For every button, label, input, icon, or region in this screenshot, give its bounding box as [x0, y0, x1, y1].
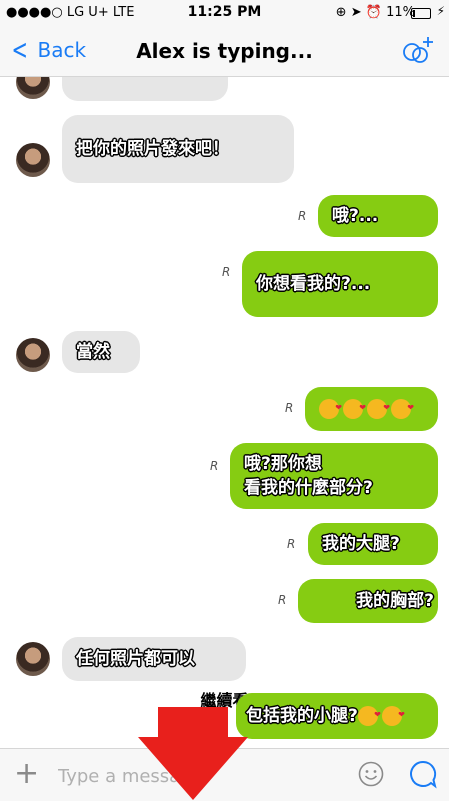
contact-avatar — [16, 338, 50, 372]
alarm-icon: ⏰ — [365, 5, 382, 20]
contact-avatar — [16, 642, 50, 676]
incoming-message[interactable] — [62, 77, 228, 101]
kissing-heart-emoji-icon — [319, 399, 342, 419]
read-receipt-icon: R — [222, 265, 231, 279]
chat-thread[interactable]: 把你的照片發來吧！ R 哦?... R 你想看我的?... 當然 R R 哦?那… — [0, 77, 449, 747]
status-bar: ●●●●○ LG U+ LTE 11:25 PM ⊕ ➤ ⏰ 11% ⚡ — [0, 0, 449, 26]
location-icon: ➤ — [350, 5, 362, 20]
incoming-message[interactable]: 當然 — [62, 331, 140, 373]
arrow-down-icon — [138, 707, 248, 800]
kissing-heart-emoji-icon — [391, 399, 414, 419]
read-receipt-icon: R — [285, 401, 294, 415]
outgoing-message[interactable]: 哦?... — [318, 195, 438, 237]
lock-rotation-icon: ⊕ — [335, 5, 347, 20]
smiley-icon[interactable] — [358, 761, 384, 787]
kissing-heart-emoji-icon — [357, 706, 381, 726]
outgoing-message[interactable]: 我的大腿? — [308, 523, 438, 565]
read-receipt-icon: R — [210, 459, 219, 473]
status-icons: ⊕ ➤ ⏰ 11% — [336, 5, 415, 20]
read-receipt-icon: R — [278, 593, 287, 607]
outgoing-message[interactable]: 包括我的小腿? — [236, 693, 438, 739]
outgoing-message[interactable] — [305, 387, 438, 431]
read-receipt-icon: R — [287, 537, 296, 551]
contact-avatar — [16, 77, 50, 99]
page-title: Alex is typing... — [136, 39, 313, 63]
kissing-heart-emoji-icon — [343, 399, 366, 419]
kissing-heart-emoji-icon — [381, 706, 405, 726]
incoming-message[interactable]: 任何照片都可以 — [62, 637, 246, 681]
navigation-bar: < Back Alex is typing... — [0, 26, 449, 77]
kissing-heart-emoji-icon — [367, 399, 390, 419]
chat-bubble-icon[interactable] — [408, 759, 438, 789]
contact-avatar — [16, 143, 50, 177]
plus-icon[interactable]: + — [14, 759, 39, 789]
outgoing-message[interactable]: 我的胸部? — [298, 579, 438, 623]
read-receipt-icon: R — [298, 209, 307, 223]
outgoing-message[interactable]: 哦?那你想 看我的什麼部分? — [230, 443, 438, 509]
battery-icon — [411, 8, 431, 19]
charging-icon: ⚡ — [436, 4, 445, 18]
outgoing-message[interactable]: 你想看我的?... — [242, 251, 438, 317]
incoming-message[interactable]: 把你的照片發來吧！ — [62, 115, 294, 183]
add-participant-icon[interactable] — [401, 34, 435, 66]
